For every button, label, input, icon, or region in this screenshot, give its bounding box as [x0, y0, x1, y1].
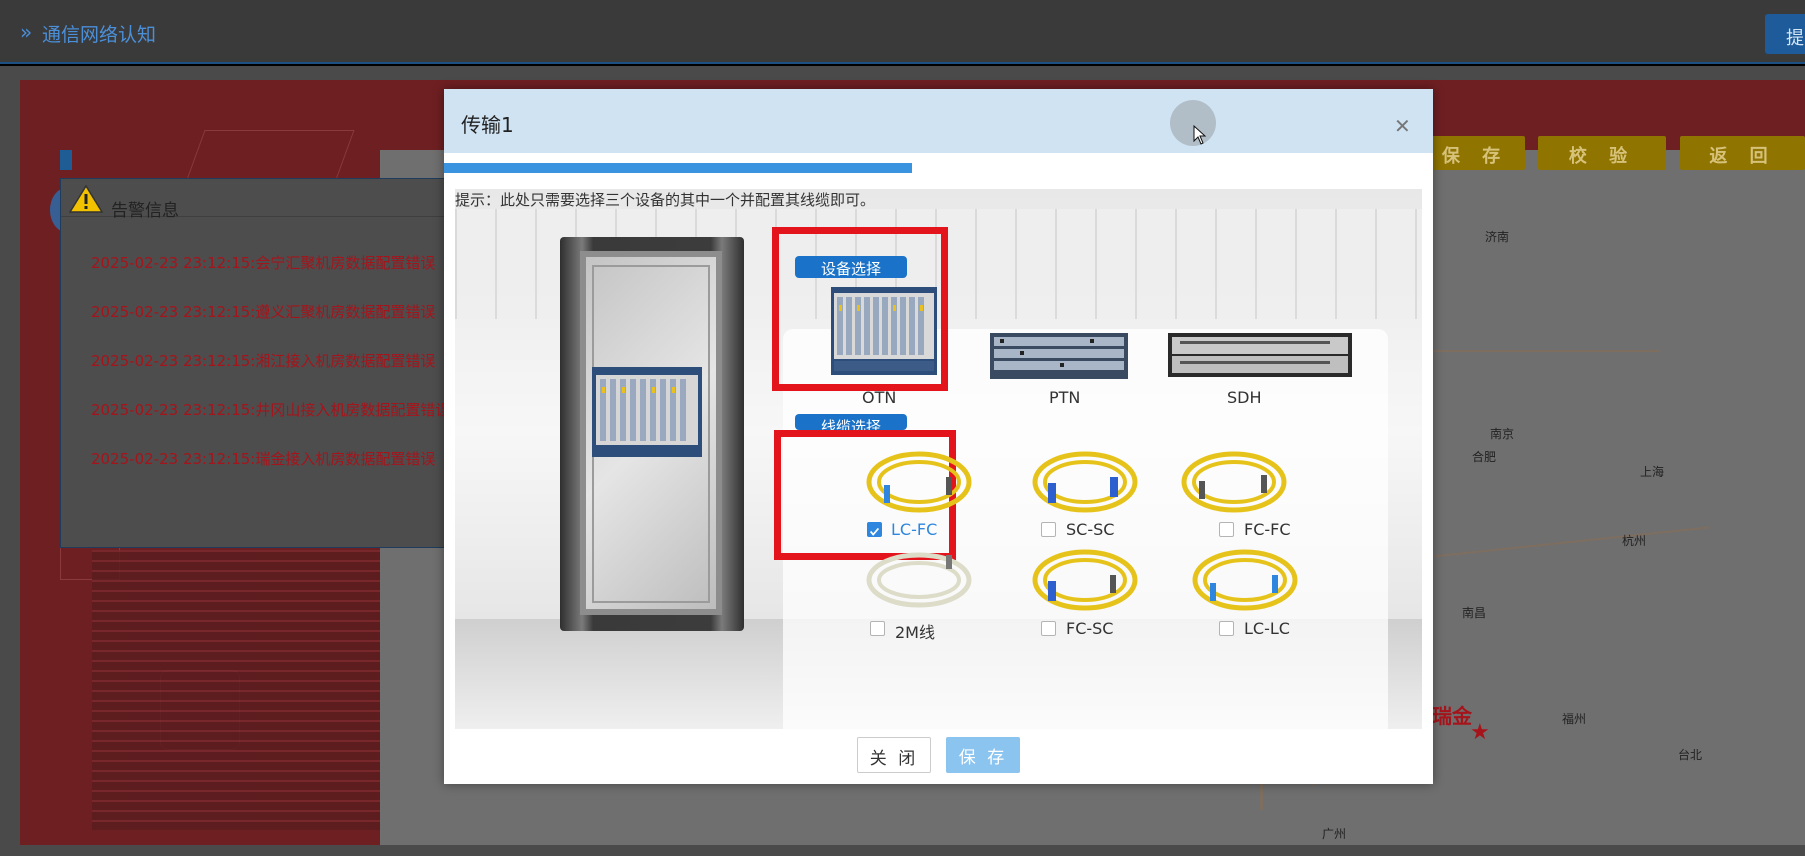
map-label: 南京 — [1490, 427, 1515, 441]
mouse-cursor-icon — [1193, 125, 1207, 145]
sdh-device-image[interactable] — [1168, 333, 1352, 377]
cable-image-sc-sc[interactable] — [1030, 447, 1140, 517]
chevron-double-right-icon: » — [20, 20, 33, 44]
check-icon — [869, 527, 880, 536]
cable-image-lc-lc[interactable] — [1190, 545, 1300, 615]
star-icon: ★ — [1470, 720, 1490, 745]
map-label: 南昌 — [1462, 606, 1487, 620]
alarm-item: 2025-02-23 23:12:15:会宁汇聚机房数据配置错误 — [91, 254, 436, 272]
installed-device-image — [592, 367, 702, 457]
map-label: 合肥 — [1472, 450, 1497, 464]
alarm-item: 2025-02-23 23:12:15:瑞金接入机房数据配置错误 — [91, 450, 436, 468]
dialog-title: 传输1 — [461, 113, 514, 137]
hint-text: 提示：此处只需要选择三个设备的其中一个并配置其线缆即可。 — [455, 191, 876, 209]
cable-image-fc-fc[interactable] — [1179, 447, 1289, 517]
warning-icon — [69, 185, 103, 213]
cable-label-fc-fc[interactable]: FC-FC — [1244, 520, 1291, 539]
alarm-panel: 告警信息 2025-02-23 23:12:15:会宁汇聚机房数据配置错误 20… — [60, 178, 450, 548]
ptn-device-image[interactable] — [990, 333, 1128, 379]
map-label-ruijin: 瑞金 — [1432, 704, 1472, 728]
map-label: 杭州 — [1622, 534, 1647, 548]
map-label: 福州 — [1562, 712, 1587, 726]
checkbox-fc-sc[interactable] — [1041, 621, 1056, 636]
map-label: 济南 — [1485, 230, 1510, 244]
checkbox-fc-fc[interactable] — [1219, 522, 1234, 537]
cable-label-sc-sc[interactable]: SC-SC — [1066, 520, 1114, 539]
save-button[interactable]: 保 存 — [946, 737, 1020, 773]
checkbox-lc-fc[interactable] — [867, 522, 882, 537]
cable-image-fc-sc[interactable] — [1030, 545, 1140, 615]
checkbox-sc-sc[interactable] — [1041, 522, 1056, 537]
bg-save-button[interactable]: 保 存 — [1425, 136, 1525, 170]
device-label-ptn[interactable]: PTN — [1049, 388, 1080, 407]
alarm-item: 2025-02-23 23:12:15:遵义汇聚机房数据配置错误 — [91, 303, 436, 321]
cable-label-lc-fc[interactable]: LC-FC — [891, 520, 937, 539]
map-label: 台北 — [1678, 748, 1703, 762]
cable-label-lc-lc[interactable]: LC-LC — [1244, 619, 1290, 638]
cable-section-tag: 线缆选择 — [795, 414, 907, 430]
bg-verify-button[interactable]: 校 验 — [1538, 136, 1666, 170]
alarm-title: 告警信息 — [111, 201, 179, 221]
submit-button[interactable]: 提 — [1765, 14, 1805, 54]
decor-building-grid — [92, 550, 382, 830]
progress-fill — [444, 163, 912, 173]
map-label: 广州 — [1322, 827, 1347, 841]
cable-label-fc-sc[interactable]: FC-SC — [1066, 619, 1113, 638]
alarm-header: 告警信息 — [61, 179, 449, 221]
page-title: 通信网络认知 — [42, 24, 157, 46]
dialog-header: 传输1 ✕ — [444, 89, 1433, 153]
cable-label-2m[interactable]: 2M线 — [895, 619, 935, 643]
checkbox-2m[interactable] — [870, 621, 885, 636]
bg-return-button[interactable]: 返 回 — [1680, 136, 1805, 170]
progress-text: %55 — [952, 161, 984, 177]
top-bar: » 通信网络认知 提 — [0, 0, 1805, 64]
close-button[interactable]: 关 闭 — [857, 737, 931, 773]
map-label: 上海 — [1640, 465, 1665, 479]
cabinet-rack — [560, 237, 744, 631]
device-label-sdh[interactable]: SDH — [1227, 388, 1262, 407]
alarm-item: 2025-02-23 23:12:15:湘江接入机房数据配置错误 — [91, 352, 436, 370]
alarm-item: 2025-02-23 23:12:15:井冈山接入机房数据配置错误 — [91, 401, 451, 419]
cable-image-lc-fc[interactable] — [864, 447, 974, 517]
close-icon[interactable]: ✕ — [1394, 114, 1411, 138]
checkbox-lc-lc[interactable] — [1219, 621, 1234, 636]
cable-image-2m[interactable] — [864, 545, 974, 615]
device-highlight-box — [772, 227, 948, 391]
transmission-dialog: 传输1 ✕ %55 提示：此处只需要选择三个设备的其中一个并配置其线缆即可。 设… — [444, 89, 1433, 784]
